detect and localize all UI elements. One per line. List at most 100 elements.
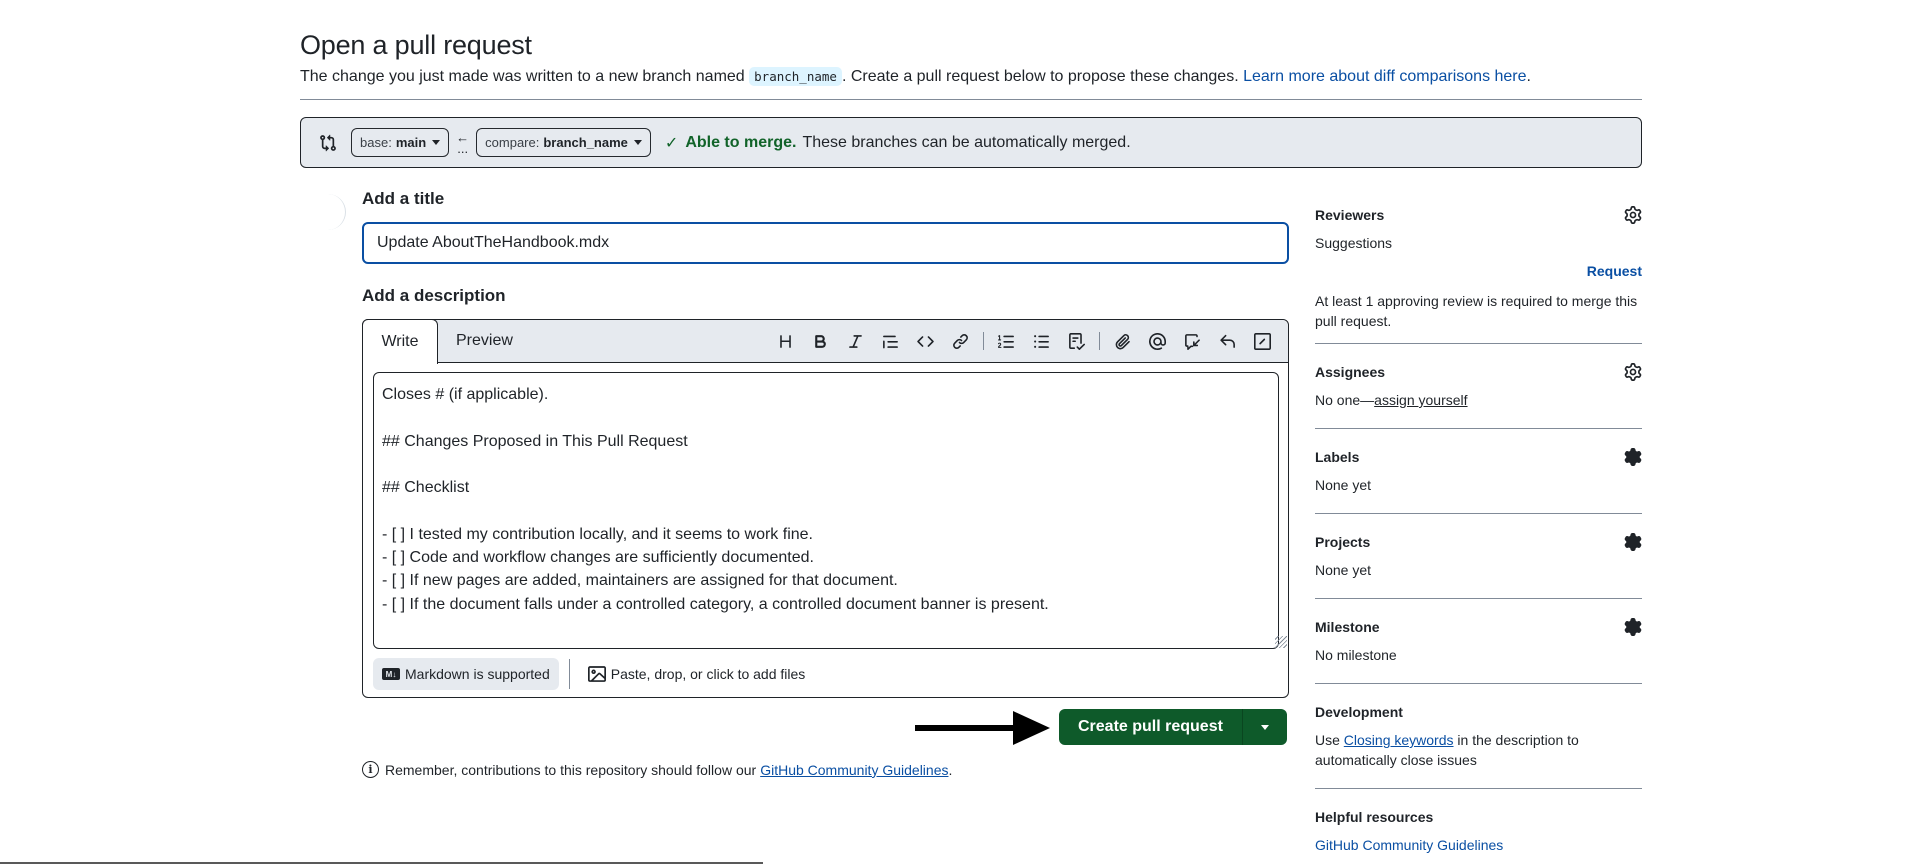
image-icon	[587, 666, 606, 682]
heading-icon[interactable]	[768, 325, 803, 357]
description-label: Add a description	[362, 286, 506, 305]
projects-gear-icon[interactable]	[1624, 533, 1642, 551]
resize-handle[interactable]	[1275, 636, 1287, 648]
compare-branch-select[interactable]: compare: branch_name	[476, 128, 651, 157]
direction-indicator: ← ...	[456, 131, 469, 156]
link-icon[interactable]	[943, 325, 978, 357]
sidebar-helpful-resources: Helpful resources GitHub Community Guide…	[1315, 789, 1642, 864]
caret-down-icon	[633, 140, 642, 145]
labels-value: None yet	[1315, 477, 1372, 493]
footer-divider	[568, 659, 570, 689]
italic-icon[interactable]	[838, 325, 873, 357]
add-files-button[interactable]: Paste, drop, or click to add files	[587, 665, 806, 683]
sidebar: Reviewers Suggestions Request At least 1…	[1315, 195, 1642, 864]
sidebar-assignees: Assignees No one—assign yourself	[1315, 344, 1642, 429]
markdown-toolbar	[768, 320, 1280, 362]
assignees-none: No one—	[1315, 392, 1375, 408]
editor-header: Write Preview	[362, 319, 1288, 364]
request-review-button[interactable]: Request	[1315, 263, 1642, 279]
development-prefix: Use	[1315, 732, 1340, 748]
cross-reference-icon[interactable]	[1175, 325, 1210, 357]
assign-yourself-link[interactable]: assign yourself	[1374, 392, 1467, 408]
markdown-icon: M↓	[382, 668, 400, 680]
unordered-list-icon[interactable]	[1024, 325, 1059, 357]
editor-footer: M↓ Markdown is supported Paste, drop, or…	[373, 658, 805, 690]
subtitle-suffix: . Create a pull request below to propose…	[841, 68, 1239, 85]
merge-status-bold: Able to merge.	[685, 133, 797, 151]
page-title: Open a pull request	[300, 30, 532, 60]
branch-range-bar: base: main ← ... compare: branch_name ✓ Ab…	[300, 117, 1642, 168]
learn-more-link[interactable]: Learn more about diff comparisons here	[1243, 68, 1526, 85]
tab-preview[interactable]: Preview	[456, 320, 513, 362]
header-divider	[300, 99, 1642, 100]
note-period: .	[948, 761, 953, 778]
labels-title: Labels	[1315, 449, 1360, 465]
development-body: Use Closing keywords in the description …	[1315, 730, 1642, 770]
assignees-body: No one—assign yourself	[1315, 390, 1642, 410]
check-icon: ✓	[664, 134, 679, 152]
projects-title: Projects	[1315, 534, 1371, 550]
avatar	[318, 194, 346, 230]
helpful-guidelines-link[interactable]: GitHub Community Guidelines	[1315, 837, 1503, 853]
sidebar-development: Development Use Closing keywords in the …	[1315, 684, 1642, 789]
reviewers-note: At least 1 approving review is required …	[1315, 293, 1638, 329]
create-pr-button-group: Create pull request	[1059, 709, 1287, 745]
saved-replies-icon[interactable]	[1210, 325, 1245, 357]
community-guidelines-link[interactable]: GitHub Community Guidelines	[760, 762, 948, 778]
sidebar-labels: Labels None yet	[1315, 429, 1642, 514]
helpful-title: Helpful resources	[1315, 809, 1434, 825]
git-compare-icon	[319, 134, 337, 152]
branch-name-code: branch_name	[749, 67, 842, 86]
markdown-supported-link[interactable]: M↓ Markdown is supported	[373, 658, 559, 690]
contribution-note: i Remember, contributions to this reposi…	[362, 761, 952, 778]
slash-commands-icon[interactable]	[1245, 325, 1280, 357]
compare-label: compare:	[485, 135, 540, 150]
page-subtitle: The change you just made was written to …	[300, 67, 1531, 86]
subtitle-period: .	[1526, 68, 1531, 85]
create-pull-request-button[interactable]: Create pull request	[1059, 709, 1243, 745]
development-title: Development	[1315, 704, 1403, 720]
description-editor: Write Preview Closes # (if applicable). …	[362, 319, 1289, 698]
info-icon: i	[362, 761, 379, 778]
labels-gear-icon[interactable]	[1624, 448, 1642, 466]
base-label: base:	[360, 135, 392, 150]
compare-value: branch_name	[543, 135, 628, 150]
projects-value: None yet	[1315, 562, 1372, 578]
milestone-gear-icon[interactable]	[1624, 618, 1642, 636]
title-input[interactable]	[362, 222, 1289, 264]
contribution-note-text: Remember, contributions to this reposito…	[385, 761, 757, 778]
base-value: main	[395, 135, 427, 150]
ellipsis-icon: ...	[457, 140, 469, 156]
toolbar-divider	[1099, 332, 1100, 350]
code-icon[interactable]	[908, 325, 943, 357]
description-textarea[interactable]: Closes # (if applicable). ## Changes Pro…	[373, 372, 1279, 649]
sidebar-projects: Projects None yet	[1315, 514, 1642, 599]
tab-write[interactable]: Write	[362, 319, 438, 364]
base-branch-select[interactable]: base: main	[351, 128, 450, 157]
bold-icon[interactable]	[803, 325, 838, 357]
attach-icon[interactable]	[1105, 325, 1140, 357]
subtitle-prefix: The change you just made was written to …	[300, 68, 745, 85]
markdown-badge-label: Markdown is supported	[405, 666, 550, 682]
create-pr-options-dropdown[interactable]	[1243, 709, 1287, 745]
task-list-icon[interactable]	[1059, 325, 1094, 357]
quote-icon[interactable]	[873, 325, 908, 357]
closing-keywords-link[interactable]: Closing keywords	[1344, 732, 1454, 748]
caret-down-icon	[1260, 724, 1269, 730]
annotation-arrow-icon	[915, 711, 1050, 745]
mention-icon[interactable]	[1140, 325, 1175, 357]
toolbar-divider	[983, 332, 984, 350]
add-files-label: Paste, drop, or click to add files	[610, 666, 806, 682]
milestone-value: No milestone	[1315, 647, 1397, 663]
numbered-list-icon[interactable]	[989, 325, 1024, 357]
sidebar-reviewers: Reviewers Suggestions Request At least 1…	[1315, 195, 1642, 344]
merge-status: ✓ Able to merge. These branches can be a…	[665, 133, 1131, 153]
reviewers-suggestions: Suggestions	[1315, 235, 1393, 251]
title-label: Add a title	[362, 189, 445, 208]
reviewers-title: Reviewers	[1315, 207, 1385, 223]
assignees-gear-icon[interactable]	[1624, 363, 1642, 381]
merge-status-text: These branches can be automatically merg…	[802, 133, 1131, 151]
sidebar-milestone: Milestone No milestone	[1315, 599, 1642, 684]
reviewers-gear-icon[interactable]	[1624, 206, 1642, 224]
milestone-title: Milestone	[1315, 619, 1380, 635]
